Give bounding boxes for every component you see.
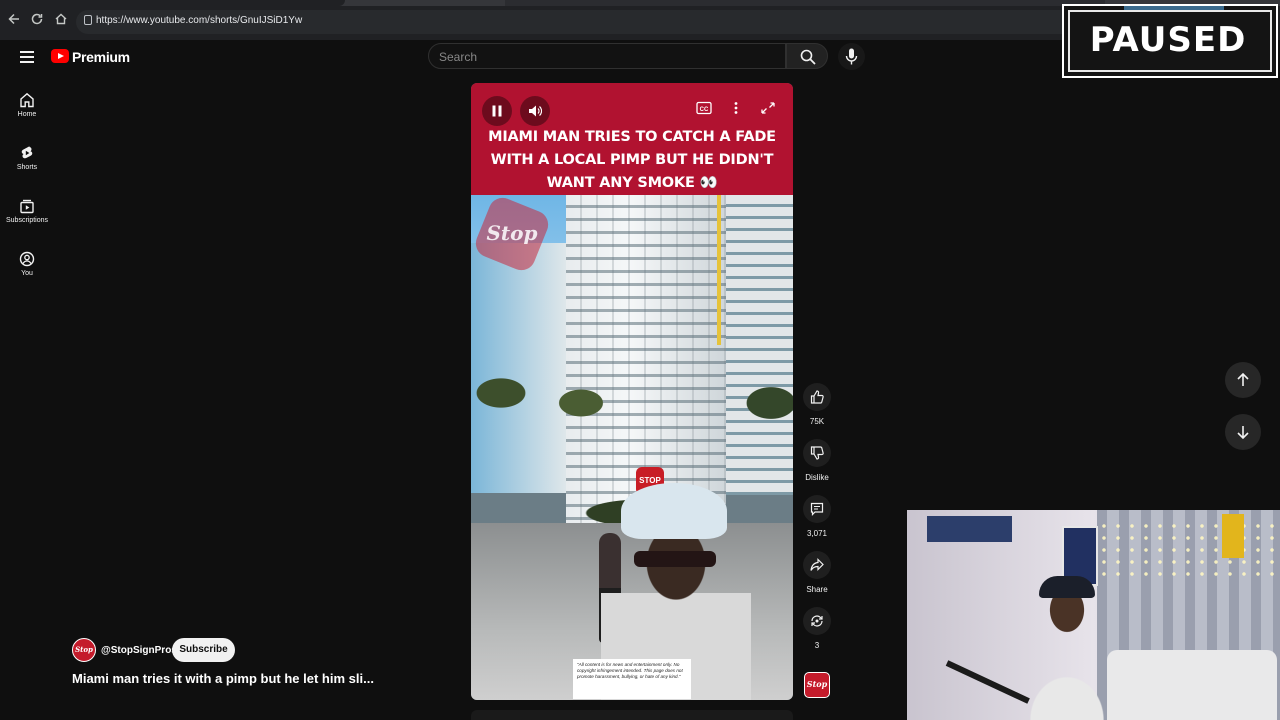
shorts-video-player[interactable]: STOP MIAMI MAN TRIES TO CATCH A FADE WIT… [471,83,793,700]
screen: https://www.youtube.com/shorts/GnuIJSiD1… [0,0,1280,720]
microphone-icon [845,48,858,65]
browser-tab-active[interactable] [0,0,345,6]
guide-item-home[interactable]: Home [0,92,54,118]
home-icon [20,92,34,108]
back-icon[interactable] [5,12,23,30]
like-button[interactable]: 75K [803,383,831,426]
remix-count: 3 [814,641,820,650]
disclaimer-text: "All content is for news and entertainme… [573,659,691,699]
share-button[interactable]: Share [803,551,831,594]
subscribe-button[interactable]: Subscribe [172,638,235,662]
video-scene-sunglasses [634,551,716,567]
comment-count: 3,071 [806,529,828,538]
short-title[interactable]: Miami man tries it with a pimp but he le… [72,671,374,686]
next-short-button[interactable] [1225,414,1261,450]
thumbs-down-icon [810,446,824,460]
next-short-preview[interactable] [471,710,793,720]
webcam-couch [1107,650,1277,720]
remix-icon [811,615,823,627]
logo-text: Premium [72,49,130,65]
video-scene-durag [621,483,727,539]
svg-text:CC: CC [700,107,709,113]
guide-label-shorts: Shorts [16,164,38,171]
webcam-cap [1039,576,1095,598]
volume-button[interactable] [520,96,550,126]
pause-icon [492,105,502,117]
channel-handle[interactable]: @StopSignPros [101,645,177,656]
webcam-poster [927,516,1012,542]
guide-label-you: You [21,270,33,277]
shorts-icon [21,146,33,159]
watermark-text: Stop [486,221,538,245]
search-button[interactable] [786,43,828,69]
dislike-button[interactable]: Dislike [803,439,831,482]
site-info-icon[interactable] [84,15,92,25]
more-options-button[interactable] [728,101,748,121]
voice-search-button[interactable] [838,43,865,70]
url-text[interactable]: https://www.youtube.com/shorts/GnuIJSiD1… [96,15,302,26]
arrow-up-icon [1237,372,1249,386]
youtube-logo-icon [51,49,69,63]
share-icon [810,558,824,571]
video-caption: MIAMI MAN TRIES TO CATCH A FADE WITH A L… [488,129,776,191]
home-browser-icon[interactable] [52,12,70,30]
browser-tab[interactable] [505,0,1105,6]
video-scene-stripe [717,195,721,345]
cc-icon: CC [696,101,712,115]
pause-button[interactable] [482,96,512,126]
dislike-label: Dislike [805,473,829,482]
volume-icon [529,105,542,117]
search-placeholder: Search [439,50,478,64]
comments-button[interactable]: 3,071 [803,495,831,538]
fullscreen-button[interactable] [760,101,780,121]
more-vert-icon [734,102,738,114]
menu-icon[interactable] [20,51,34,63]
thumbs-up-icon [810,390,824,404]
guide-item-shorts[interactable]: Shorts [0,145,54,171]
webcam-poster [1222,514,1244,558]
like-count: 75K [809,417,825,426]
captions-button[interactable]: CC [696,101,716,121]
comment-icon [810,502,824,516]
search-icon [800,49,816,65]
guide-item-you[interactable]: You [0,251,54,277]
arrow-down-icon [1237,426,1249,440]
remix-button[interactable]: 3 [803,607,831,650]
subscriptions-icon [20,199,34,214]
paused-text: PAUSED [1089,20,1247,60]
channel-thumbnail-text: Stop [806,679,828,689]
webcam-overlay [907,510,1280,720]
avatar-text: Stop [75,645,93,654]
paused-overlay: PAUSED [1062,4,1278,78]
previous-short-button[interactable] [1225,362,1261,398]
guide-item-subscriptions[interactable]: Subscriptions [0,198,54,224]
guide-label-home: Home [17,111,37,118]
reload-icon[interactable] [28,12,46,30]
guide-label-subscriptions: Subscriptions [5,217,49,224]
expand-icon [761,102,775,114]
you-icon [19,251,35,267]
search-input[interactable] [428,43,786,69]
share-label: Share [806,585,828,594]
